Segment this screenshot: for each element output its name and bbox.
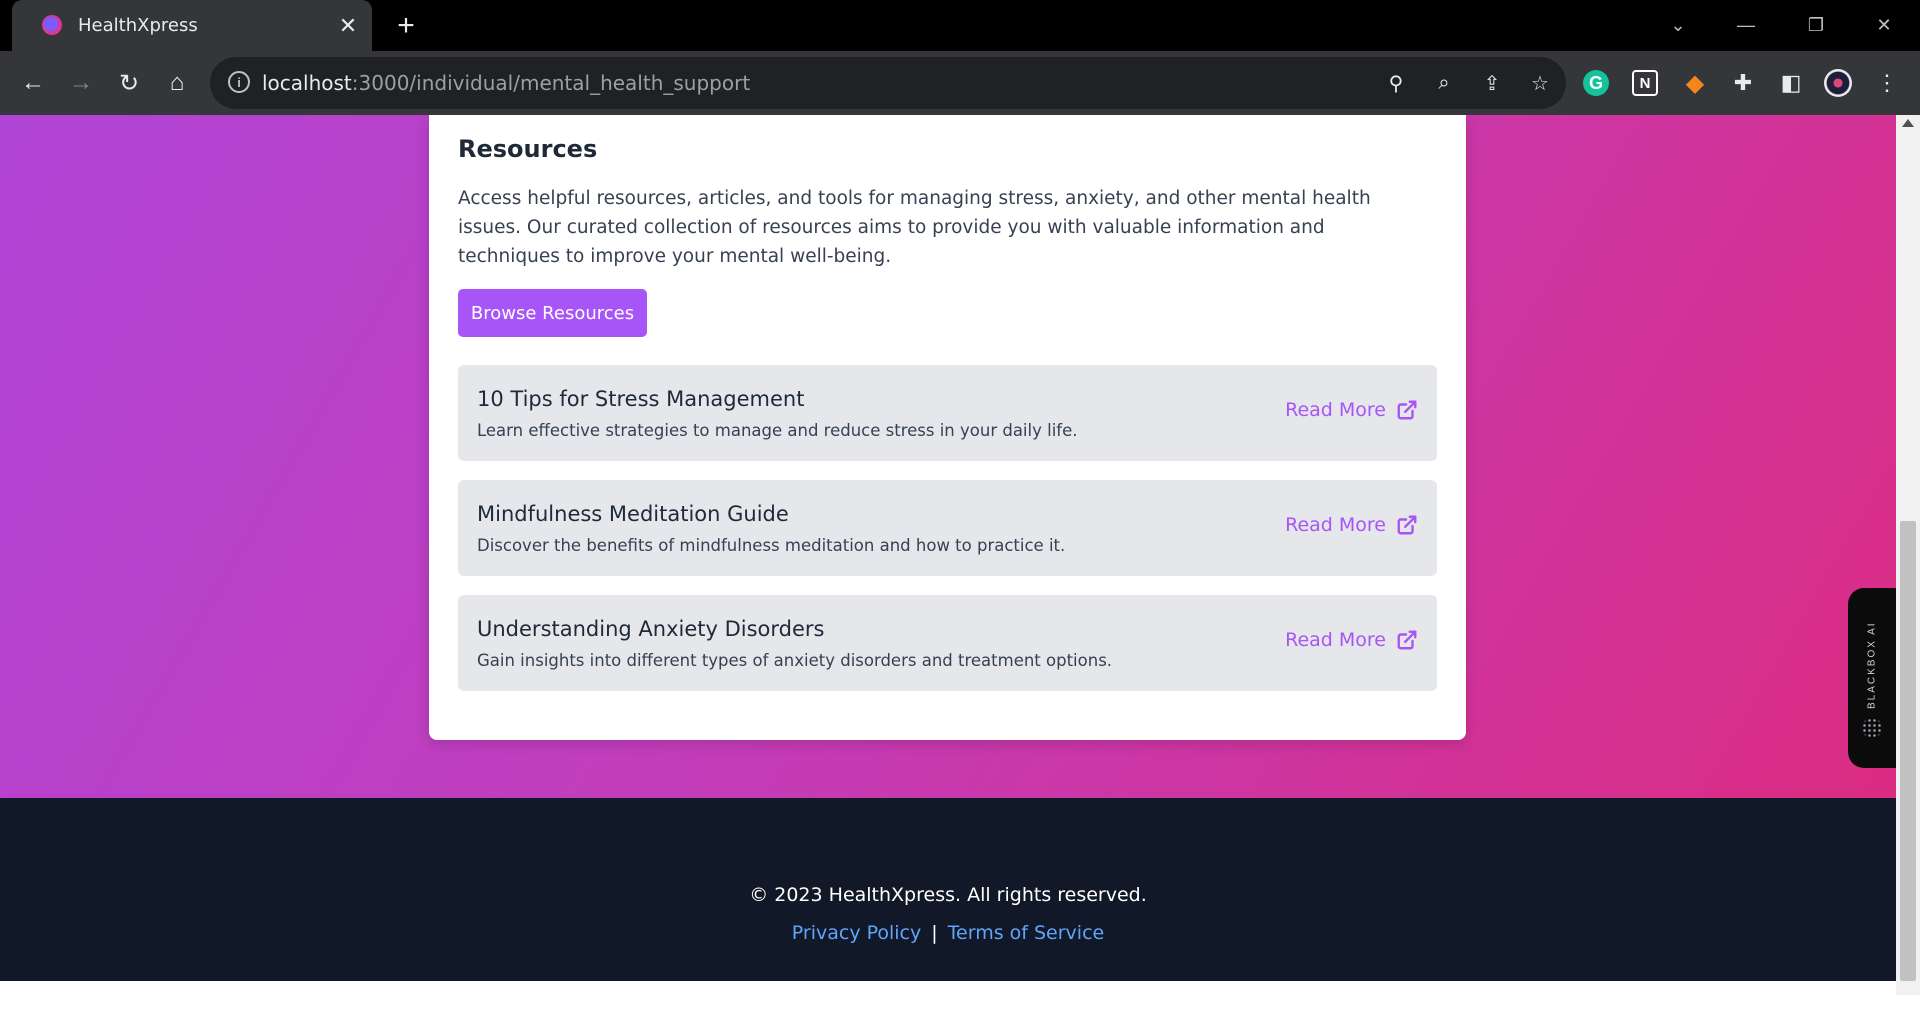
zoom-icon[interactable]: ⌕ xyxy=(1430,69,1458,97)
resource-item-title: Understanding Anxiety Disorders xyxy=(477,617,825,641)
back-icon[interactable]: ← xyxy=(16,66,50,100)
copyright-text: © 2023 HealthXpress. All rights reserved… xyxy=(749,884,1147,906)
menu-kebab-icon[interactable]: ⋮ xyxy=(1872,68,1902,98)
resource-item-description: Learn effective strategies to manage and… xyxy=(477,421,1078,440)
profile-avatar[interactable] xyxy=(1824,69,1852,97)
bookmark-star-icon[interactable]: ☆ xyxy=(1526,69,1554,97)
privacy-policy-link[interactable]: Privacy Policy xyxy=(792,922,921,944)
page-viewport: Resources Access helpful resources, arti… xyxy=(0,115,1896,1009)
reload-icon[interactable]: ↻ xyxy=(112,66,146,100)
url-text[interactable]: localhost:3000/individual/mental_health_… xyxy=(262,71,750,95)
browser-toolbar: ← → ↻ ⌂ i localhost:3000/individual/ment… xyxy=(0,51,1920,115)
footer-links: Privacy Policy | Terms of Service xyxy=(0,922,1896,944)
close-window-icon[interactable]: ✕ xyxy=(1866,8,1902,42)
resource-item-title: Mindfulness Meditation Guide xyxy=(477,502,789,526)
new-tab-button[interactable]: + xyxy=(390,9,422,42)
browser-tab-strip: HealthXpress ✕ + ⌄ — ❐ ✕ xyxy=(0,0,1920,51)
browse-resources-button[interactable]: Browse Resources xyxy=(458,289,647,337)
resources-heading: Resources xyxy=(458,135,598,163)
browser-tab-active[interactable]: HealthXpress ✕ xyxy=(12,0,372,51)
site-info-icon[interactable]: i xyxy=(228,71,250,93)
resource-item: 10 Tips for Stress Management Learn effe… xyxy=(458,365,1437,461)
forward-icon[interactable]: → xyxy=(64,66,98,100)
footer-separator: | xyxy=(931,922,938,944)
scroll-up-arrow-icon[interactable] xyxy=(1902,119,1914,127)
scrollbar-thumb[interactable] xyxy=(1900,521,1916,981)
resource-item-description: Gain insights into different types of an… xyxy=(477,651,1113,670)
extensions-puzzle-icon[interactable]: ✚ xyxy=(1728,68,1758,98)
resource-item-description: Discover the benefits of mindfulness med… xyxy=(477,536,1066,555)
address-bar[interactable]: i localhost:3000/individual/mental_healt… xyxy=(210,57,1566,109)
resource-item: Understanding Anxiety Disorders Gain ins… xyxy=(458,595,1437,691)
side-panel-icon[interactable]: ◧ xyxy=(1776,68,1806,98)
resources-card: Resources Access helpful resources, arti… xyxy=(429,115,1466,740)
metamask-extension-icon[interactable]: ◆ xyxy=(1680,68,1710,98)
status-strip xyxy=(0,981,1896,1009)
page-scrollbar[interactable] xyxy=(1896,115,1920,995)
blackbox-ai-widget[interactable]: BLACKBOX AI xyxy=(1848,588,1896,768)
notion-extension-icon[interactable]: N xyxy=(1632,70,1658,96)
blackbox-ai-label: BLACKBOX AI xyxy=(1866,621,1878,709)
external-link-icon xyxy=(1397,630,1417,650)
gradient-background: Resources Access helpful resources, arti… xyxy=(0,115,1896,798)
read-more-link[interactable]: Read More xyxy=(1285,399,1418,421)
read-more-link[interactable]: Read More xyxy=(1285,514,1418,536)
read-more-label: Read More xyxy=(1285,629,1386,651)
resource-item-title: 10 Tips for Stress Management xyxy=(477,387,805,411)
resources-description: Access helpful resources, articles, and … xyxy=(458,188,1371,267)
resource-item: Mindfulness Meditation Guide Discover th… xyxy=(458,480,1437,576)
read-more-label: Read More xyxy=(1285,399,1386,421)
tab-close-icon[interactable]: ✕ xyxy=(334,12,362,40)
home-icon[interactable]: ⌂ xyxy=(160,66,194,100)
external-link-icon xyxy=(1397,400,1417,420)
tab-title: HealthXpress xyxy=(78,15,198,36)
minimize-icon[interactable]: — xyxy=(1728,8,1764,42)
location-pin-icon[interactable]: ⚲ xyxy=(1382,69,1410,97)
restore-icon[interactable]: ❐ xyxy=(1798,8,1834,42)
share-icon[interactable]: ⇪ xyxy=(1478,69,1506,97)
grammarly-extension-icon[interactable]: G xyxy=(1583,70,1609,96)
external-link-icon xyxy=(1397,515,1417,535)
favicon-icon xyxy=(42,15,62,35)
tab-search-chevron-icon[interactable]: ⌄ xyxy=(1660,8,1696,42)
blackbox-logo-icon xyxy=(1862,718,1882,738)
site-footer: © 2023 HealthXpress. All rights reserved… xyxy=(0,798,1896,981)
terms-of-service-link[interactable]: Terms of Service xyxy=(948,922,1105,944)
read-more-label: Read More xyxy=(1285,514,1386,536)
read-more-link[interactable]: Read More xyxy=(1285,629,1418,651)
